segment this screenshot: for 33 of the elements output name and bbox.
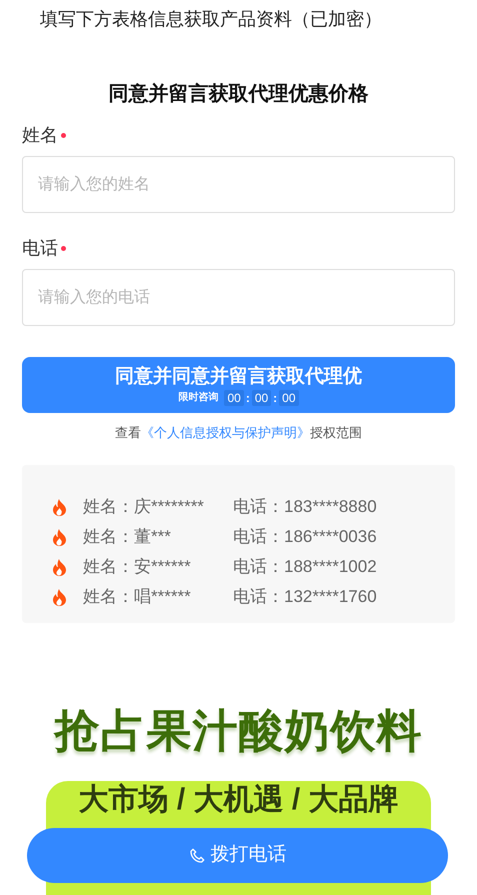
- record-name: 姓名：庆********: [83, 496, 205, 518]
- privacy-link[interactable]: 《个人信息授权与保护声明》: [141, 424, 310, 442]
- input-field[interactable]: 请输入您的姓名: [22, 156, 455, 213]
- input-field[interactable]: 请输入您的电话: [22, 269, 455, 326]
- submit-button[interactable]: 同意并同意并留言获取代理优 限时咨询 00 : 00 : 00: [22, 357, 455, 413]
- timer-label: 限时咨询: [178, 390, 218, 404]
- form-title: 同意并留言获取代理优惠价格: [108, 82, 370, 107]
- consent-text: 查看: [115, 424, 141, 442]
- record-name: 姓名：安******: [83, 556, 192, 578]
- field-label: 电话: [22, 237, 58, 260]
- call-button[interactable]: 拨打电话: [27, 828, 448, 883]
- flame-icon: [52, 558, 67, 576]
- intro-text: 填写下方表格信息获取产品资料（已加密）: [39, 8, 383, 31]
- phone-icon: [188, 848, 204, 864]
- countdown-digits: 00: [224, 390, 244, 406]
- countdown-digits: 00: [252, 390, 272, 406]
- field-label: 姓名: [22, 124, 58, 147]
- record-name: 姓名：董***: [83, 526, 172, 548]
- flame-icon: [52, 498, 67, 516]
- record-phone: 电话：186****0036: [233, 526, 377, 548]
- countdown-separator: :: [244, 390, 251, 406]
- consent-text: 授权范围: [310, 424, 362, 442]
- record-name: 姓名：唱******: [83, 586, 192, 608]
- record-phone: 电话：188****1002: [233, 556, 377, 578]
- flame-icon: [52, 528, 67, 546]
- countdown-separator: :: [272, 390, 278, 406]
- countdown-digits: 00: [279, 390, 299, 406]
- record-phone: 电话：183****8880: [233, 496, 377, 518]
- banner-headline: 抢占果汁酸奶饮料: [54, 704, 422, 758]
- banner-tagline: 大市场 / 大机遇 / 大品牌: [78, 783, 398, 817]
- button-label: 同意并同意并留言获取代理优: [115, 364, 362, 388]
- flame-icon: [52, 588, 67, 606]
- record-phone: 电话：132****1760: [233, 586, 377, 608]
